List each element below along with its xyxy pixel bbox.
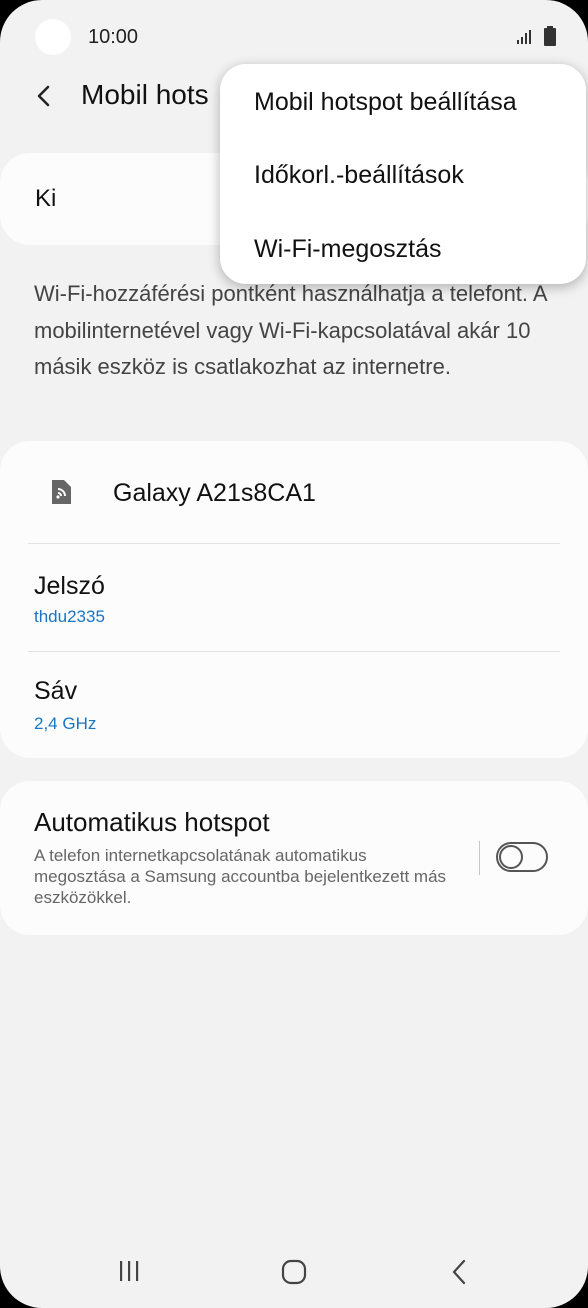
hotspot-device-icon — [52, 480, 71, 504]
signal-icon — [517, 30, 531, 44]
divider — [28, 651, 560, 652]
hotspot-description: Wi-Fi-hozzáférési pontként használhatja … — [34, 281, 547, 379]
menu-item-timeout-settings[interactable]: Időkorl.-beállítások — [254, 161, 464, 190]
menu-item-hotspot-settings[interactable]: Mobil hotspot beállítása — [254, 88, 517, 117]
toggle-divider — [479, 841, 480, 875]
page-title: Mobil hots — [81, 79, 209, 110]
auto-hotspot-title: Automatikus hotspot — [34, 807, 270, 837]
overflow-menu: Mobil hotspot beállítása Időkorl.-beállí… — [220, 64, 586, 284]
password-title: Jelszó — [34, 572, 105, 600]
network-card: Galaxy A21s8CA1 Jelszó thdu2335 Sáv 2,4 … — [0, 441, 588, 758]
navigation-bar — [0, 1230, 588, 1308]
back-icon[interactable] — [449, 1258, 469, 1286]
master-switch-label: Ki — [35, 185, 57, 212]
band-value: 2,4 GHz — [34, 714, 97, 733]
battery-icon — [544, 26, 556, 46]
status-bar: 10:00 — [0, 0, 588, 72]
divider — [28, 543, 560, 544]
chevron-left-icon[interactable] — [30, 80, 62, 112]
recents-icon[interactable] — [116, 1260, 142, 1282]
auto-hotspot-toggle[interactable] — [496, 842, 548, 872]
auto-hotspot-description: A telefon internetkapcsolatának automati… — [34, 846, 447, 907]
toggle-knob — [499, 845, 523, 869]
status-time: 10:00 — [88, 26, 139, 48]
band-title: Sáv — [34, 677, 78, 705]
network-name[interactable]: Galaxy A21s8CA1 — [113, 479, 316, 508]
menu-item-wifi-sharing[interactable]: Wi-Fi-megosztás — [254, 235, 442, 264]
password-value: thdu2335 — [34, 607, 105, 626]
screen: 10:00 Mobil hots Ki Wi-Fi-hozzáférési po… — [0, 0, 588, 1308]
home-icon[interactable] — [281, 1259, 307, 1285]
camera-cutout — [35, 19, 71, 55]
auto-hotspot-row[interactable]: Automatikus hotspot A telefon internetka… — [0, 781, 588, 935]
